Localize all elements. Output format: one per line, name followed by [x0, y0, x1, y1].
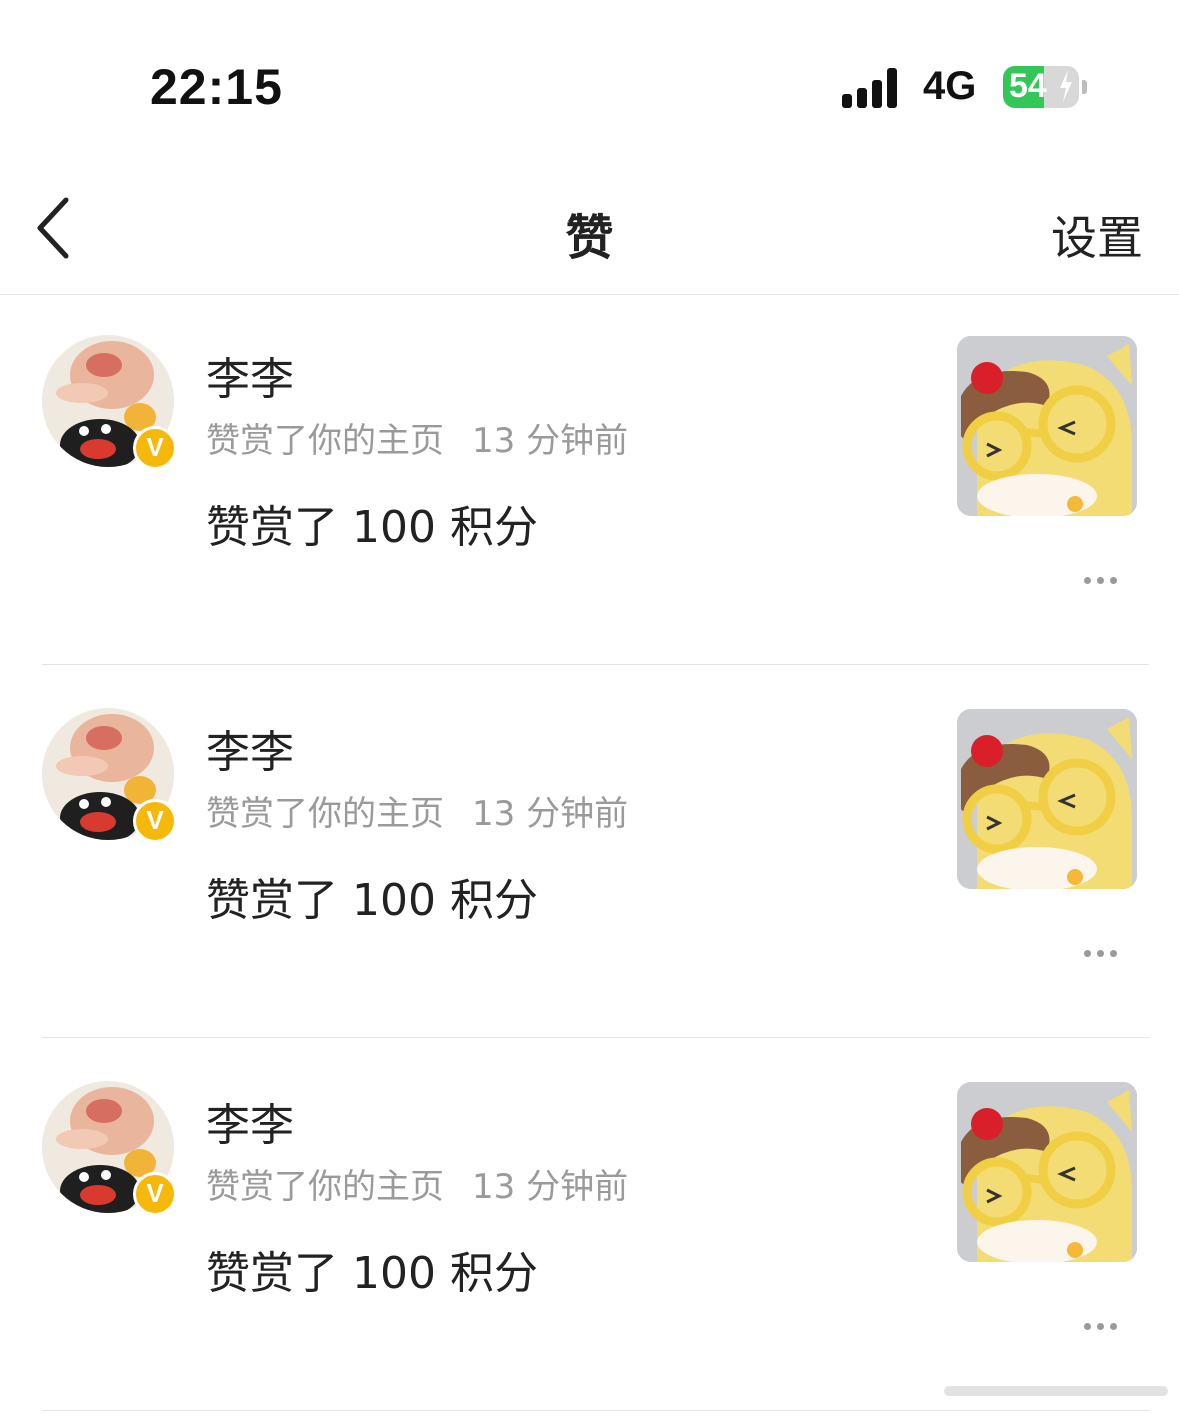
divider [42, 664, 1149, 665]
user-name[interactable]: 李李 [206, 716, 294, 780]
notification-meta: 赞赏了你的主页 13 分钟前 [206, 786, 628, 835]
post-thumbnail[interactable] [957, 336, 1137, 516]
thumbnail-image [957, 1082, 1137, 1262]
notification-item[interactable]: V 李李 赞赏了你的主页 13 分钟前 赞赏了 100 积分 [0, 668, 1179, 1041]
divider [42, 1037, 1149, 1038]
status-bar: 22:15 4G 54 [0, 0, 1179, 150]
post-thumbnail[interactable] [957, 709, 1137, 889]
reward-content: 赞赏了 100 积分 [206, 875, 538, 926]
battery-indicator: 54 [1003, 66, 1079, 108]
more-options-button[interactable] [1080, 1313, 1120, 1339]
reward-content: 赞赏了 100 积分 [206, 1248, 538, 1299]
divider [42, 1410, 1149, 1411]
notification-meta: 赞赏了你的主页 13 分钟前 [206, 413, 628, 462]
network-type: 4G [923, 64, 977, 108]
more-options-button[interactable] [1080, 940, 1120, 966]
reward-content: 赞赏了 100 积分 [206, 502, 538, 553]
notification-item[interactable]: V 李李 赞赏了你的主页 13 分钟前 赞赏了 100 积分 [0, 295, 1179, 668]
battery-percent: 54 [1009, 67, 1047, 105]
more-options-button[interactable] [1080, 567, 1120, 593]
action-text: 赞赏了你的主页 [206, 794, 444, 834]
timestamp: 13 分钟前 [472, 421, 629, 461]
signal-bars-icon [842, 66, 902, 108]
timestamp: 13 分钟前 [472, 794, 629, 834]
nav-bar: 赞 设置 [0, 160, 1179, 295]
notification-item[interactable]: V 李李 赞赏了你的主页 13 分钟前 赞赏了 100 积分 [0, 1041, 1179, 1414]
settings-button[interactable]: 设置 [1051, 202, 1143, 268]
battery-cap [1082, 80, 1087, 94]
post-thumbnail[interactable] [957, 1082, 1137, 1262]
page-title: 赞 [565, 210, 614, 266]
lightning-bolt-icon [1060, 70, 1072, 102]
verified-badge: V [133, 799, 177, 843]
verified-badge: V [133, 1172, 177, 1216]
home-indicator[interactable] [944, 1386, 1168, 1396]
notification-list: V 李李 赞赏了你的主页 13 分钟前 赞赏了 100 积分 V 李李 赞赏了你… [0, 295, 1179, 1414]
user-name[interactable]: 李李 [206, 1089, 294, 1153]
action-text: 赞赏了你的主页 [206, 1167, 444, 1207]
status-time: 22:15 [150, 59, 283, 115]
action-text: 赞赏了你的主页 [206, 421, 444, 461]
notification-meta: 赞赏了你的主页 13 分钟前 [206, 1159, 628, 1208]
user-name[interactable]: 李李 [206, 343, 294, 407]
thumbnail-image [957, 336, 1137, 516]
thumbnail-image [957, 709, 1137, 889]
timestamp: 13 分钟前 [472, 1167, 629, 1207]
verified-badge: V [133, 426, 177, 470]
